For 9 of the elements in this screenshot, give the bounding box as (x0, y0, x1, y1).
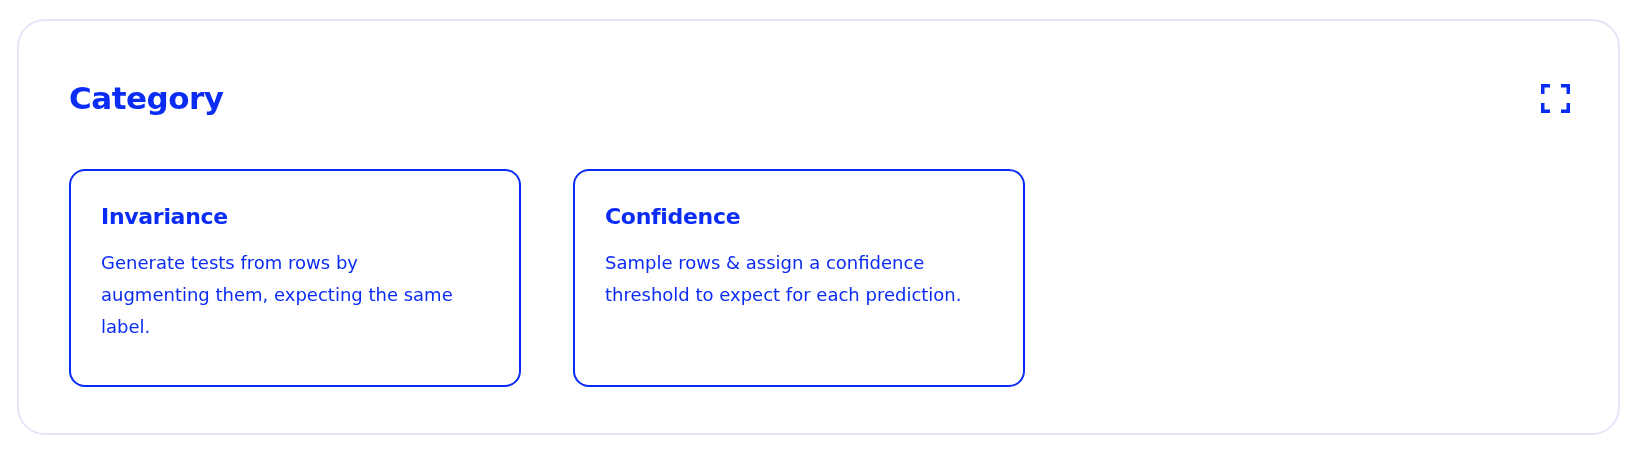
category-card[interactable]: Invariance Generate tests from rows by augmenting them, expecting the same label. (69, 169, 521, 387)
card-description: Generate tests from rows by augmenting them, expecting the same label. (101, 251, 454, 339)
fullscreen-button[interactable] (1541, 83, 1570, 113)
card-title: Confidence (605, 204, 742, 229)
category-card[interactable]: Confidence Sample rows & assign a confidence threshold to expect for each prediction. (573, 169, 1025, 387)
card-title: Invariance (101, 204, 229, 229)
fullscreen-icon (1541, 83, 1570, 113)
panel-title: Category (69, 80, 224, 116)
card-description: Sample rows & assign a confidence threshold to expect for each prediction. (605, 251, 963, 307)
